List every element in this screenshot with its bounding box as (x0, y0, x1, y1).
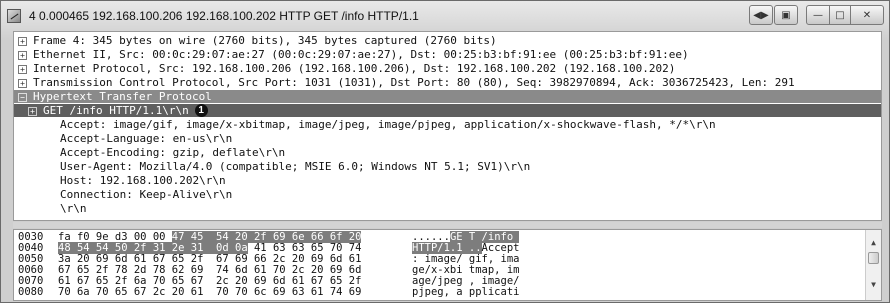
tree-item-header[interactable]: Connection: Keep-Alive\r\n (14, 188, 881, 201)
tree-item-label: Hypertext Transfer Protocol (33, 90, 212, 103)
minimize-button[interactable]: — (806, 5, 830, 25)
expand-icon[interactable]: + (18, 64, 27, 74)
scroll-thumb[interactable] (868, 252, 879, 264)
hex-bytes: 70 6a 70 65 67 2c 20 61 70 70 6c 69 63 6… (58, 286, 362, 298)
hex-row[interactable]: 0080 70 6a 70 65 67 2c 20 61 70 70 6c 69 … (18, 286, 519, 298)
window-options-icon[interactable]: ▣ (774, 5, 798, 25)
expand-icon[interactable]: + (18, 36, 27, 46)
expand-icon[interactable]: + (18, 50, 27, 60)
ascii-text: pjpeg, a pplicati (412, 286, 520, 298)
hex-dump-pane[interactable]: 0030 fa f0 9e d3 00 00 47 45 54 20 2f 69 … (13, 229, 882, 301)
pane-splitter[interactable] (13, 222, 882, 228)
hex-scrollbar[interactable]: ▲ ▼ (865, 230, 881, 300)
tree-item-header[interactable]: \r\n (14, 202, 881, 215)
packet-details-tree[interactable]: + Frame 4: 345 bytes on wire (2760 bits),… (13, 31, 882, 221)
tree-item-header[interactable]: User-Agent: Mozilla/4.0 (compatible; MSI… (14, 160, 881, 173)
close-button[interactable]: ✕ (850, 5, 884, 25)
scroll-up-icon[interactable]: ▲ (869, 238, 878, 247)
tree-item-label: Frame 4: 345 bytes on wire (2760 bits), … (33, 34, 497, 47)
maximize-button[interactable]: □ (829, 5, 851, 25)
tree-item-header[interactable]: Host: 192.168.100.202\r\n (14, 174, 881, 187)
callout-marker: 1 (194, 104, 208, 117)
title-bar[interactable]: 4 0.000465 192.168.100.206 192.168.100.2… (1, 1, 889, 31)
tree-item-frame[interactable]: + Frame 4: 345 bytes on wire (2760 bits),… (14, 34, 881, 47)
collapse-icon[interactable]: − (18, 92, 27, 102)
expand-icon[interactable]: + (18, 78, 27, 88)
tree-item-http[interactable]: − Hypertext Transfer Protocol (14, 90, 881, 103)
tree-item-ip[interactable]: + Internet Protocol, Src: 192.168.100.206… (14, 62, 881, 75)
tree-item-label: Internet Protocol, Src: 192.168.100.206 … (33, 62, 676, 75)
packet-detail-window: 4 0.000465 192.168.100.206 192.168.100.2… (0, 0, 890, 303)
scroll-down-icon[interactable]: ▼ (869, 280, 878, 289)
tree-item-header[interactable]: Accept-Encoding: gzip, deflate\r\n (14, 146, 881, 159)
hex-offset: 0080 (18, 286, 44, 298)
tree-item-header[interactable]: Accept: image/gif, image/x-xbitmap, imag… (14, 118, 881, 131)
tree-item-ethernet[interactable]: + Ethernet II, Src: 00:0c:29:07:ae:27 (00… (14, 48, 881, 61)
tree-item-header[interactable]: Accept-Language: en-us\r\n (14, 132, 881, 145)
wireshark-app-icon (7, 9, 21, 23)
tree-item-tcp[interactable]: + Transmission Control Protocol, Src Port… (14, 76, 881, 89)
tree-item-label: GET /info HTTP/1.1\r\n (43, 104, 189, 117)
tree-item-label: Ethernet II, Src: 00:0c:29:07:ae:27 (00:… (33, 48, 689, 61)
navigate-icon[interactable]: ◀▶ (749, 5, 773, 25)
expand-icon[interactable]: + (28, 106, 37, 116)
window-title: 4 0.000465 192.168.100.206 192.168.100.2… (29, 9, 419, 23)
tree-item-get-request[interactable]: + GET /info HTTP/1.1\r\n 1 (14, 104, 881, 117)
tree-item-label: Transmission Control Protocol, Src Port:… (33, 76, 795, 89)
